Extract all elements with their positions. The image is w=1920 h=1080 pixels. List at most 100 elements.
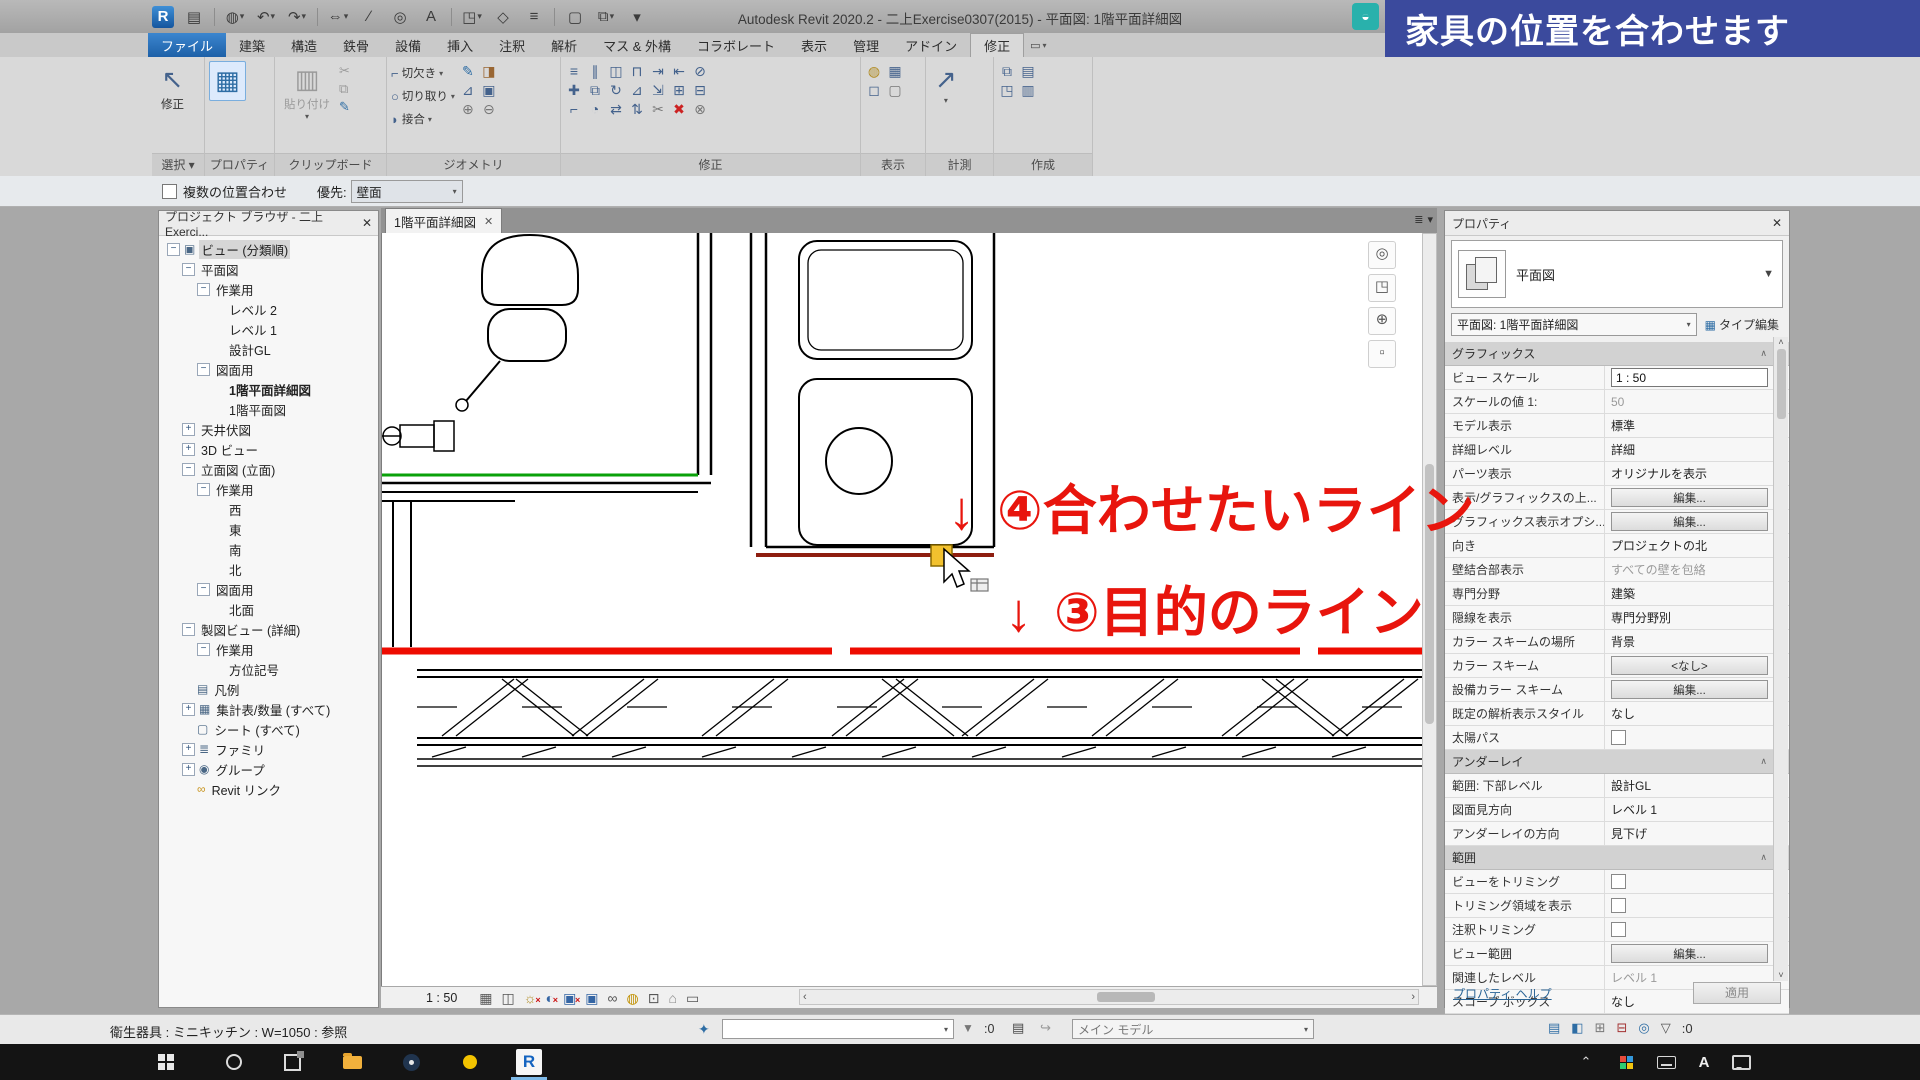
modify-button[interactable]: ↖修正 [156, 61, 189, 115]
type-selector[interactable]: 平面図 ▼ [1451, 240, 1783, 308]
reveal-constraints-icon[interactable]: ▭ [686, 990, 699, 1006]
close-hidden-icon[interactable]: ▢ [560, 5, 590, 29]
tab-解析[interactable]: 解析 [538, 33, 590, 57]
tab-表示[interactable]: 表示 [788, 33, 840, 57]
tree-item-グループ[interactable]: +◉グループ [159, 759, 378, 779]
接合-button[interactable]: ◗接合▾ [391, 109, 455, 129]
tab-管理[interactable]: 管理 [840, 33, 892, 57]
tool-icon[interactable]: ⊖ [480, 101, 498, 117]
properties-help-link[interactable]: プロパティ ヘルプ [1453, 985, 1552, 1002]
tree-item-1階平面図[interactable]: 1階平面図 [159, 399, 378, 419]
nav-box-icon[interactable]: ▫ [1368, 340, 1396, 368]
select-underlay-icon[interactable]: ◎ [1638, 1020, 1649, 1036]
tree-item-北[interactable]: 北 [159, 559, 378, 579]
view-scale-control[interactable]: 1 : 50 [426, 991, 457, 1005]
property-checkbox[interactable] [1611, 730, 1626, 745]
tray-app[interactable] [1604, 1044, 1648, 1080]
line-icon[interactable]: ∕ [354, 5, 384, 29]
切欠き-button[interactable]: ⌐切欠き▾ [391, 63, 455, 83]
tool-icon[interactable]: ◍ [865, 63, 883, 79]
tree-item-3D ビュー[interactable]: +3D ビュー [159, 439, 378, 459]
edit-type-button[interactable]: ▦ タイプ編集 [1701, 314, 1783, 335]
tree-item-図面用[interactable]: −図面用 [159, 579, 378, 599]
property-row-範囲[interactable]: 範囲∧ [1445, 846, 1789, 870]
tree-item-方位記号[interactable]: 方位記号 [159, 659, 378, 679]
collapse-icon[interactable]: − [182, 263, 195, 276]
temporary-hide-isolate-icon[interactable]: ∞ [608, 990, 618, 1006]
wheel-icon[interactable]: ◎ [1368, 241, 1396, 269]
task-view-icon[interactable] [270, 1044, 314, 1080]
switch-windows-icon[interactable]: ⧉▾ [591, 5, 621, 29]
property-edit-field[interactable]: 1 : 50 [1611, 368, 1768, 387]
property-row-ビュー スケール[interactable]: ビュー スケール1 : 50 [1445, 366, 1789, 390]
visual-style-icon[interactable]: ◫ [502, 990, 515, 1006]
open-icon[interactable]: ▤ [179, 5, 209, 29]
explorer-icon[interactable] [330, 1044, 374, 1080]
tab-アドイン[interactable]: アドイン [892, 33, 970, 57]
detail-level-icon[interactable]: ▦ [479, 990, 492, 1006]
expand-icon[interactable]: + [182, 423, 195, 436]
tree-item-作業用[interactable]: −作業用 [159, 279, 378, 299]
tool-icon[interactable]: ◳ [998, 82, 1016, 98]
tab-設備[interactable]: 設備 [382, 33, 434, 57]
floor-plan-view[interactable]: ◎◳⊕▫ [381, 233, 1422, 986]
tab-挿入[interactable]: 挿入 [434, 33, 486, 57]
property-button-編集...[interactable]: 編集... [1611, 680, 1768, 699]
view-tab-menu-icons[interactable]: ≣▾ [1414, 213, 1433, 226]
expand-icon[interactable]: + [182, 743, 195, 756]
tool-icon[interactable]: ⧉ [998, 63, 1016, 79]
tree-item-ビュー (分類順)[interactable]: −▣ビュー (分類順) [159, 239, 378, 259]
tool-icon[interactable]: ⇲ [649, 82, 667, 98]
dimension-icon[interactable]: ⇔▾ [323, 5, 353, 29]
tree-item-東[interactable]: 東 [159, 519, 378, 539]
crop-view-icon[interactable]: ▣× [563, 990, 576, 1006]
design-option-dropdown[interactable]: メイン モデル▾ [1072, 1019, 1314, 1039]
tool-icon[interactable]: ▤ [1019, 63, 1037, 79]
tool-icon[interactable]: ◻ [865, 82, 883, 98]
priority-dropdown[interactable]: 壁面 ▾ [351, 180, 463, 203]
tool-icon[interactable]: ⇤ [670, 63, 688, 79]
instance-selector[interactable]: 平面図: 1階平面詳細図 ▾ [1451, 313, 1697, 336]
tree-item-Revit リンク[interactable]: ∞Revit リンク [159, 779, 378, 799]
property-row-アンダーレイ[interactable]: アンダーレイ∧ [1445, 750, 1789, 774]
editable-only-icon[interactable]: ⊞ [1595, 1020, 1606, 1036]
copy-icon[interactable]: ⧉ [339, 81, 350, 96]
infocenter-icon[interactable]: ◒ [1352, 3, 1379, 30]
tray-chevron[interactable]: ⌃ [1564, 1044, 1608, 1080]
tree-item-立面図 (立面)[interactable]: −立面図 (立面) [159, 459, 378, 479]
match-type-icon[interactable]: ✎ [339, 99, 350, 114]
collapse-icon[interactable]: − [197, 643, 210, 656]
default-3d-icon[interactable]: ◳▾ [457, 5, 487, 29]
customize-icon[interactable]: ▾ [622, 5, 652, 29]
temporary-view-properties-icon[interactable]: ⊡ [648, 990, 660, 1006]
close-icon[interactable]: ✕ [1772, 216, 1782, 230]
tool-icon[interactable]: ▥ [1019, 82, 1037, 98]
tree-item-凡例[interactable]: ▤凡例 [159, 679, 378, 699]
tab-鉄骨[interactable]: 鉄骨 [330, 33, 382, 57]
tree-item-図面用[interactable]: −図面用 [159, 359, 378, 379]
tool-icon[interactable]: ≡ [565, 63, 583, 79]
close-icon[interactable]: ✕ [362, 216, 372, 230]
tool-icon[interactable]: ⊓ [628, 63, 646, 79]
tree-item-設計GL[interactable]: 設計GL [159, 339, 378, 359]
tool-icon[interactable]: ▦ [886, 63, 904, 79]
tab-修正[interactable]: 修正 [970, 33, 1024, 57]
properties-scrollbar[interactable]: ˄˅ [1773, 337, 1788, 981]
collapse-icon[interactable]: − [197, 583, 210, 596]
tool-icon[interactable]: ◫ [607, 63, 625, 79]
tree-item-レベル 2[interactable]: レベル 2 [159, 299, 378, 319]
tool-icon[interactable]: ◔ [586, 101, 604, 117]
tree-item-シート (すべて)[interactable]: ▢シート (すべて) [159, 719, 378, 739]
tree-item-ファミリ[interactable]: +≣ファミリ [159, 739, 378, 759]
tree-item-集計表/数量 (すべて)[interactable]: +▦集計表/数量 (すべて) [159, 699, 378, 719]
tab-コラボレート[interactable]: コラボレート [684, 33, 788, 57]
app-logo-icon[interactable]: R [148, 5, 178, 29]
action-center-icon[interactable] [1719, 1044, 1763, 1080]
scissors-icon[interactable]: ✂ [339, 63, 350, 78]
tree-item-平面図[interactable]: −平面図 [159, 259, 378, 279]
tool-icon[interactable]: ✚ [565, 82, 583, 98]
tool-icon[interactable]: ⊿ [628, 82, 646, 98]
tool-icon[interactable]: ⊟ [691, 82, 709, 98]
property-row-表示/グラフィックスの上...[interactable]: 表示/グラフィックスの上...編集... [1445, 486, 1789, 510]
steam-icon[interactable] [389, 1044, 433, 1080]
